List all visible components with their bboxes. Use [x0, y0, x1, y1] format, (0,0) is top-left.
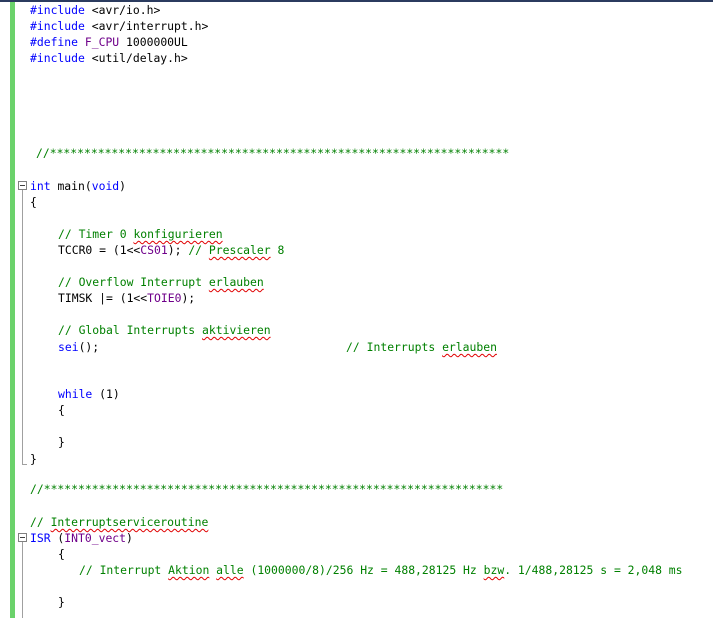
spellcheck-word: konfigurieren [133, 227, 223, 241]
preprocessor-keyword: #define [30, 35, 79, 49]
brace-close-while: } [58, 435, 65, 449]
code-text: (1) [92, 387, 120, 401]
include-path: <avr/interrupt.h> [84, 19, 209, 33]
spellcheck-word: bzw [483, 563, 505, 577]
paren: ) [126, 531, 133, 545]
macro-value: 1000000UL [119, 35, 188, 49]
spellcheck-word: alle [216, 563, 244, 577]
editor-gutter [0, 2, 10, 618]
preprocessor-keyword: #include [30, 51, 85, 65]
comment-timer-config: // Timer 0 konfigurieren [58, 226, 223, 242]
code-line-define-fcpu: #define F_CPU 1000000UL [30, 34, 188, 50]
separator-comment: //**************************************… [30, 482, 504, 496]
code-text: ); [167, 243, 189, 257]
code-line-timsk: TIMSK |= (1<<TOIE0); [58, 290, 195, 306]
loop-keyword: while [58, 387, 93, 401]
comment-text: 8 [270, 243, 285, 257]
comment-text: // Global Interrupts [58, 323, 203, 337]
brace-close-isr: } [58, 595, 65, 609]
preprocessor-keyword: #include [30, 3, 85, 17]
code-line-isr-signature: ISR (INT0_vect) [30, 530, 133, 546]
type-keyword: void [91, 179, 120, 193]
brace-open-isr: { [58, 547, 65, 561]
macro-name: INT0_vect [64, 531, 127, 545]
comment-text: // [188, 243, 209, 257]
type-keyword: int [30, 179, 51, 193]
comment-text: // Timer 0 [58, 227, 134, 241]
collapse-isr-icon[interactable] [18, 533, 27, 542]
include-path: <avr/io.h> [84, 3, 161, 17]
spellcheck-word: Prescaler [208, 243, 271, 257]
spellcheck-word: erlauben [442, 340, 497, 354]
code-line-main-signature: int main(void) [30, 178, 126, 194]
code-text: ); [181, 291, 196, 305]
brace-open-while: { [58, 403, 65, 417]
macro-name: TOIE0 [147, 291, 182, 305]
paren: ( [84, 179, 92, 193]
code-line-tccr0: TCCR0 = (1<<CS01); // Prescaler 8 [58, 242, 284, 258]
code-line-include-io: #include <avr/io.h> [30, 2, 160, 18]
code-line-include-interrupt: #include <avr/interrupt.h> [30, 18, 208, 34]
comment-isr-action: // Interrupt Aktion alle (1000000/8)/256… [79, 562, 683, 578]
comment-text: . 1/488,28125 s = 2,048 ms [504, 563, 683, 577]
comment-text: // Interrupts [346, 340, 443, 354]
code-text: TCCR0 = (1<< [58, 243, 141, 257]
fold-end-main [22, 464, 27, 465]
code-line-while: while (1) [58, 386, 120, 402]
brace-open-main: { [30, 195, 37, 209]
function-name: main [57, 179, 85, 193]
code-text: (); [78, 340, 100, 354]
comment-global-interrupts: // Global Interrupts aktivieren [58, 322, 271, 338]
code-text: ( [50, 531, 65, 545]
brace-close-main: } [30, 452, 37, 466]
spellcheck-word: erlauben [208, 275, 264, 289]
paren: ) [119, 179, 127, 193]
separator-comment: //**************************************… [36, 146, 510, 160]
fold-guide-isr [22, 542, 23, 618]
code-line-include-delay: #include <util/delay.h> [30, 50, 188, 66]
comment-text: // Interrupt [79, 563, 169, 577]
spellcheck-word: Interruptserviceroutine [50, 515, 209, 529]
preprocessor-keyword: #include [30, 19, 85, 33]
comment-text: // Overflow Interrupt [58, 275, 209, 289]
comment-isr-header: // Interruptserviceroutine [30, 514, 208, 530]
collapse-main-icon[interactable] [18, 181, 27, 190]
spellcheck-word: Aktion [168, 563, 210, 577]
code-text: TIMSK |= (1<< [58, 291, 148, 305]
macro-name: F_CPU [84, 35, 120, 49]
macro-name: CS01 [140, 243, 168, 257]
fold-guide-main [22, 190, 23, 464]
include-path: <util/delay.h> [84, 51, 188, 65]
function-call: sei [58, 340, 79, 354]
comment-text: (1000000/8)/256 Hz = 488,28125 Hz [243, 563, 484, 577]
isr-keyword: ISR [30, 531, 51, 545]
code-line-sei: sei(); // Interrupts erlauben [58, 339, 497, 355]
spellcheck-word: aktivieren [202, 323, 271, 337]
comment-text: // [30, 515, 51, 529]
change-tracking-bar [10, 2, 15, 618]
comment-overflow-interrupt: // Overflow Interrupt erlauben [58, 274, 264, 290]
